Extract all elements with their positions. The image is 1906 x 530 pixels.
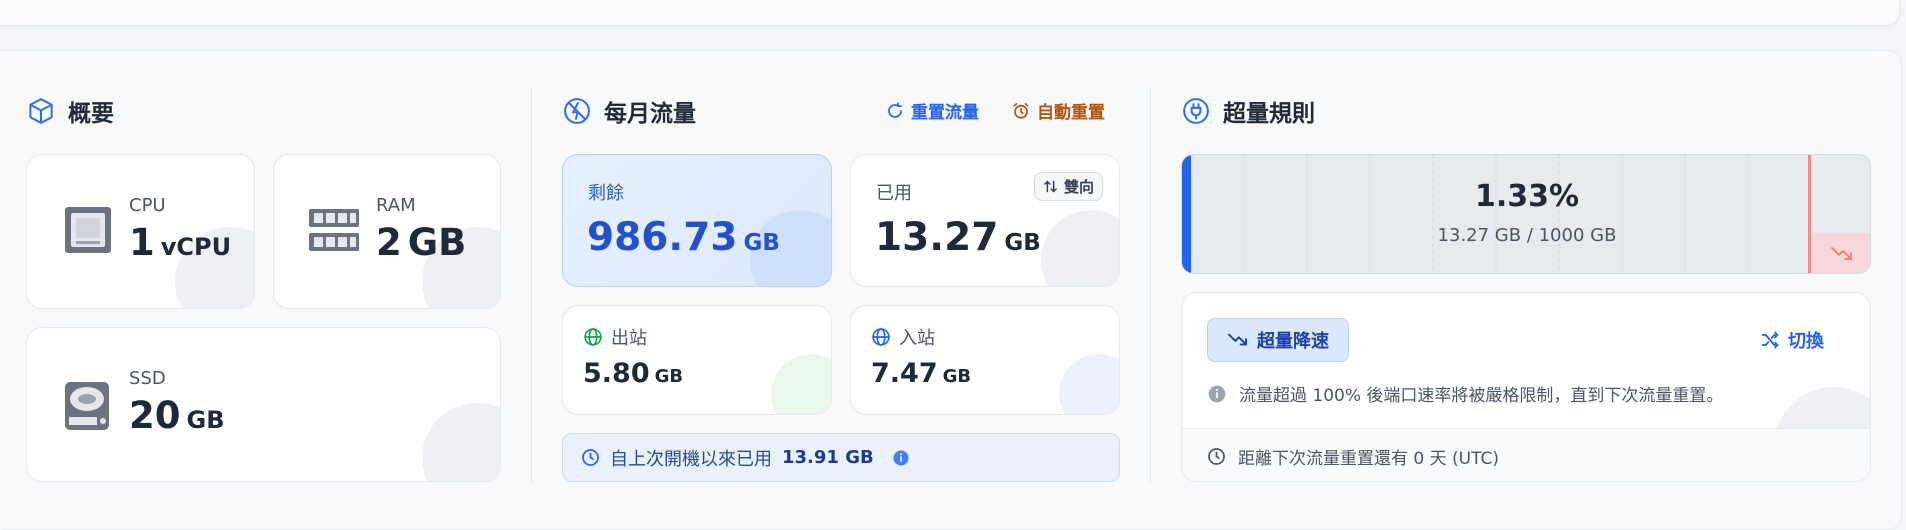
refresh-icon: [888, 101, 902, 118]
cpu-card: CPU 1 vCPU: [26, 154, 255, 309]
used-label: 已用: [876, 183, 912, 204]
since-boot-banner: 自上次開機以來已用 13.91 GB: [562, 433, 1120, 482]
used-value: 13.27 GB: [875, 215, 1041, 260]
next-reset-text: 距離下次流量重置還有 0 天 (UTC): [1238, 448, 1499, 469]
used-card: 已用 雙向 13.27 GB: [850, 154, 1120, 287]
reset-traffic-button[interactable]: 重置流量: [886, 98, 979, 123]
overage-rule-card: 超量降速 切換 流量超過 100% 後端口速率將被嚴格限制，直到下次流量重置。 …: [1181, 292, 1871, 482]
rule-description-row: 流量超過 100% 後端口速率將被嚴格限制，直到下次流量重置。: [1207, 381, 1723, 406]
globe-icon: [584, 328, 602, 346]
rule-mode-badge[interactable]: 超量降速: [1207, 318, 1349, 362]
section-divider: [531, 88, 532, 482]
cpu-chip-icon: [65, 207, 111, 253]
overage-header: 超量規則: [1181, 94, 1315, 128]
ssd-drive-icon: [65, 382, 109, 430]
used-amount: 13.27: [875, 215, 999, 260]
auto-reset-button[interactable]: 自動重置: [1012, 98, 1105, 123]
overview-header: 概要: [26, 94, 114, 128]
auto-reset-label: 自動重置: [1037, 103, 1105, 123]
swap-vertical-icon: [1044, 180, 1057, 193]
inbound-value: 7.47 GB: [871, 358, 971, 389]
inbound-card: 入站 7.47 GB: [850, 305, 1120, 415]
outbound-amount: 5.80: [583, 358, 650, 389]
since-boot-text: 自上次開機以來已用: [610, 448, 772, 470]
overage-title: 超量規則: [1223, 101, 1315, 127]
cube-icon: [29, 98, 53, 124]
top-bar: [0, 0, 1900, 26]
outbound-value: 5.80 GB: [583, 358, 683, 389]
ram-module-icon: [309, 209, 359, 251]
clock-icon: [582, 449, 599, 466]
cpu-value: 1 vCPU: [129, 221, 231, 264]
ram-card: RAM 2 GB: [273, 154, 501, 309]
shuffle-icon: [1761, 331, 1779, 349]
ssd-value: 20 GB: [129, 394, 225, 437]
remaining-label: 剩餘: [588, 183, 624, 204]
alarm-clock-icon: [1013, 102, 1029, 119]
inbound-unit: GB: [942, 366, 972, 387]
cpu-unit: vCPU: [160, 233, 232, 261]
since-boot-value: 13.91 GB: [782, 447, 874, 468]
trend-down-icon: [1228, 333, 1247, 346]
inbound-label: 入站: [899, 328, 935, 349]
inbound-label-row: 入站: [871, 324, 935, 350]
usage-percent: 1.33%: [1474, 179, 1580, 214]
decorative-bubble: [1041, 210, 1119, 286]
remaining-value: 986.73 GB: [587, 215, 780, 260]
outbound-label-row: 出站: [583, 324, 647, 350]
used-unit: GB: [1004, 230, 1041, 256]
usage-text: 13.27 GB / 1000 GB: [1437, 225, 1617, 246]
gauge-grid: [1243, 155, 1812, 273]
reset-traffic-label: 重置流量: [911, 103, 979, 123]
decorative-bubble: [771, 354, 831, 414]
outbound-label: 出站: [611, 328, 647, 349]
trend-down-icon: [1831, 247, 1852, 260]
decorative-bubble: [1059, 354, 1119, 414]
plug-icon: [1183, 98, 1209, 124]
section-divider: [1150, 88, 1151, 482]
limit-zone: [1808, 155, 1870, 273]
globe-icon: [872, 328, 890, 346]
remaining-amount: 986.73: [587, 215, 738, 260]
switch-label: 切換: [1788, 331, 1824, 352]
overview-title: 概要: [68, 101, 114, 127]
ram-unit: GB: [407, 221, 467, 264]
info-icon[interactable]: [892, 449, 910, 467]
ssd-amount: 20: [129, 394, 181, 437]
speed-off-icon: [564, 98, 590, 124]
traffic-header: 每月流量: [562, 94, 696, 128]
ram-label: RAM: [376, 195, 416, 216]
rule-footer: 距離下次流量重置還有 0 天 (UTC): [1182, 428, 1870, 481]
traffic-mode-label: 雙向: [1064, 178, 1095, 196]
outbound-unit: GB: [654, 366, 684, 387]
cpu-count: 1: [129, 221, 155, 264]
usage-fill: [1182, 155, 1191, 273]
outbound-card: 出站 5.80 GB: [562, 305, 832, 415]
decorative-bubble: [422, 403, 500, 481]
ssd-unit: GB: [186, 406, 225, 434]
ram-value: 2 GB: [376, 221, 466, 264]
remaining-unit: GB: [743, 230, 780, 256]
traffic-title: 每月流量: [604, 101, 696, 127]
cpu-label: CPU: [129, 195, 166, 216]
ssd-card: SSD 20 GB: [26, 327, 501, 482]
clock-icon: [1208, 447, 1225, 465]
inbound-amount: 7.47: [871, 358, 938, 389]
usage-gauge: 1.33% 13.27 GB / 1000 GB: [1181, 154, 1871, 274]
remaining-card: 剩餘 986.73 GB: [562, 154, 832, 287]
ssd-label: SSD: [129, 368, 166, 389]
info-icon: [1208, 385, 1226, 402]
switch-button[interactable]: 切換: [1760, 327, 1824, 353]
rule-description: 流量超過 100% 後端口速率將被嚴格限制，直到下次流量重置。: [1239, 386, 1724, 406]
ram-amount: 2: [376, 221, 402, 264]
rule-mode-label: 超量降速: [1257, 331, 1329, 352]
traffic-mode-toggle[interactable]: 雙向: [1034, 172, 1104, 201]
